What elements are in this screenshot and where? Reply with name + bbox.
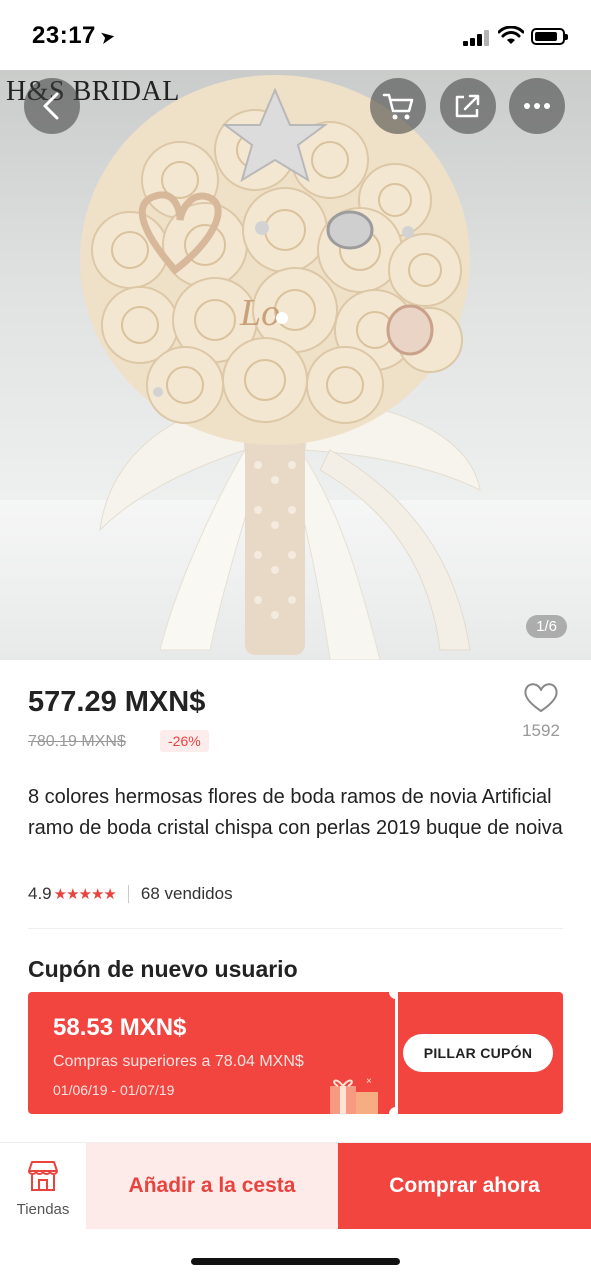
svg-text:×: × bbox=[366, 1076, 372, 1087]
product-price: 577.29 MXN$ bbox=[28, 686, 206, 718]
wishlist-button[interactable]: 1592 bbox=[514, 680, 568, 741]
share-button[interactable] bbox=[440, 78, 496, 134]
more-options-button[interactable] bbox=[509, 78, 565, 134]
coupon-heading: Cupón de nuevo usuario bbox=[28, 956, 298, 982]
image-page-counter: 1/6 bbox=[526, 615, 567, 638]
rating-value: 4.9 bbox=[28, 884, 52, 903]
wifi-icon bbox=[498, 26, 524, 44]
stores-label: Tiendas bbox=[16, 1201, 70, 1218]
cart-button[interactable] bbox=[370, 78, 426, 134]
coupon-dates: 01/06/19 - 01/07/19 bbox=[53, 1082, 175, 1098]
battery-icon bbox=[531, 28, 568, 45]
add-to-cart-button[interactable]: Añadir a la cesta bbox=[86, 1143, 338, 1229]
status-bar: 23:17 ➤ bbox=[0, 0, 591, 70]
bottom-action-bar: Tiendas Añadir a la cesta Comprar ahora bbox=[0, 1142, 591, 1229]
coupon-condition: Compras superiores a 78.04 MXN$ bbox=[53, 1053, 304, 1070]
sold-count: 68 vendidos bbox=[140, 884, 233, 903]
cart-icon bbox=[382, 93, 414, 120]
heart-icon bbox=[524, 683, 558, 712]
buy-now-button[interactable]: Comprar ahora bbox=[338, 1143, 591, 1229]
claim-coupon-button[interactable]: PILLAR CUPÓN bbox=[403, 1034, 553, 1072]
back-arrow-icon bbox=[43, 92, 59, 120]
discount-badge: -26% bbox=[160, 730, 209, 752]
svg-text:Lo: Lo bbox=[239, 292, 280, 334]
bouquet-image: Lo bbox=[80, 75, 481, 660]
location-arrow-icon: ➤ bbox=[98, 25, 118, 49]
clock: 23:17 bbox=[32, 22, 96, 49]
back-button[interactable] bbox=[24, 78, 80, 134]
stores-button[interactable]: Tiendas bbox=[0, 1143, 86, 1229]
coupon-amount: 58.53 MXN$ bbox=[53, 1014, 187, 1041]
status-time: 23:17 ➤ bbox=[32, 22, 118, 50]
home-indicator[interactable] bbox=[191, 1258, 400, 1265]
store-icon bbox=[28, 1161, 58, 1191]
product-image-carousel[interactable]: Lo H&S BRIDAL 1/6 bbox=[0, 70, 591, 660]
gift-icon: × bbox=[330, 1076, 378, 1114]
new-user-coupon: 58.53 MXN$ Compras superiores a 78.04 MX… bbox=[28, 985, 563, 1121]
more-icon bbox=[524, 103, 550, 109]
coupon-action: PILLAR CUPÓN bbox=[398, 992, 563, 1114]
original-price: 780.19 MXN$ bbox=[28, 733, 126, 750]
share-icon bbox=[455, 94, 480, 118]
divider bbox=[28, 928, 563, 929]
cellular-signal-icon bbox=[463, 30, 491, 46]
wishlist-count: 1592 bbox=[522, 721, 560, 740]
product-title: 8 colores hermosas flores de boda ramos … bbox=[28, 786, 563, 839]
star-rating-icon: ★★★★★ bbox=[53, 886, 117, 903]
separator bbox=[127, 885, 129, 903]
coupon-details: 58.53 MXN$ Compras superiores a 78.04 MX… bbox=[28, 992, 395, 1114]
rating-row[interactable]: 4.9 ★★★★★ 68 vendidos bbox=[28, 884, 233, 904]
